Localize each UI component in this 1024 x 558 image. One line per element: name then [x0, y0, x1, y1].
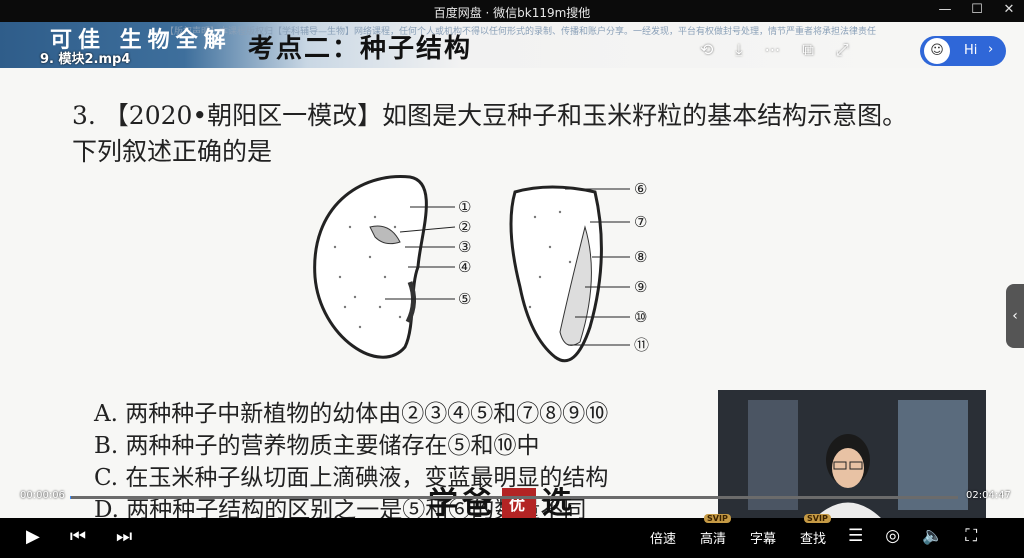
minimize-icon[interactable]: — [938, 2, 952, 17]
search-button[interactable]: SVIP 查找 [800, 514, 831, 547]
video-top-actions: ⟲ ⤓ ⋯ ⧉ ⤢ [700, 40, 849, 60]
chevron-left-icon: ‹ [1012, 308, 1018, 324]
label-9: ⑨ [634, 278, 647, 296]
maximize-icon[interactable]: ☐ [970, 2, 984, 17]
video-filename: 9. 模块2.mp4 [40, 52, 131, 67]
bookshelf-left [748, 400, 798, 510]
window-controls: — ☐ ✕ [938, 2, 1016, 17]
label-10: ⑩ [634, 308, 647, 326]
total-time: 02:04:47 [966, 490, 1011, 501]
share-icon[interactable]: ⟲ [700, 40, 713, 60]
label-7: ⑦ [634, 213, 647, 231]
seed-diagram: ① ② ③ ④ ⑤ ⑥ ⑦ ⑧ ⑨ ⑩ ⑪ [313, 175, 649, 363]
window-title: 百度网盘 · 微信bk119m搜他 [433, 6, 591, 20]
quality-button[interactable]: SVIP 高清 [700, 514, 731, 547]
download-icon[interactable]: ⤓ [735, 40, 742, 60]
teacher-figure [815, 434, 881, 518]
current-time: 00:00:06 [20, 490, 65, 501]
label-1: ① [458, 198, 471, 216]
fullscreen-icon[interactable]: ⛶ [965, 526, 977, 546]
settings-icon[interactable]: ◎ [885, 526, 900, 546]
watermark-seal: 优 [502, 488, 536, 518]
player-options: 倍速 SVIP 高清 字幕 SVIP 查找 [650, 514, 831, 547]
bookshelf-right [898, 400, 968, 510]
playback-buttons: ▶ ⏮ ⏭ [26, 526, 132, 547]
side-panel-toggle[interactable]: ‹ [1006, 284, 1024, 348]
slide-headline: 考点二：种子结构 [248, 34, 473, 64]
screenshot-icon[interactable]: ⧉ [802, 40, 813, 60]
previous-icon[interactable]: ⏮ [70, 526, 86, 547]
watermark-left: 学爸 [428, 486, 496, 518]
volume-icon[interactable]: 🔈 [922, 526, 943, 546]
playlist-icon[interactable]: ☰ [848, 526, 863, 546]
search-label: 查找 [800, 532, 827, 547]
label-3: ③ [458, 238, 471, 256]
speed-button[interactable]: 倍速 [650, 528, 676, 547]
progress-bar[interactable] [70, 496, 958, 499]
label-2: ② [458, 218, 471, 236]
watermark-right: 选 [542, 486, 576, 518]
label-11: ⑪ [634, 336, 649, 354]
option-a: A. 两种种子中新植物的幼体由②③④⑤和⑦⑧⑨⑩ [94, 401, 609, 427]
assistant-bubble[interactable]: ☺ Hi › [920, 36, 1006, 66]
label-8: ⑧ [634, 248, 647, 266]
label-6: ⑥ [634, 180, 647, 198]
svip-badge: SVIP [704, 514, 731, 523]
option-b: B. 两种种子的营养物质主要储存在⑤和⑩中 [94, 433, 540, 459]
pip-icon[interactable]: ⤢ [836, 40, 849, 60]
more-icon[interactable]: ⋯ [764, 40, 780, 60]
video-frame[interactable]: 【版权声明】本课程版权归【学科辅导—生物】网络课程，任何个人或机构不得以任何形式… [0, 22, 1024, 518]
label-4: ④ [458, 258, 471, 276]
play-icon[interactable]: ▶ [26, 526, 40, 547]
assistant-avatar-icon: ☺ [924, 38, 950, 64]
subtitle-button[interactable]: 字幕 [750, 528, 776, 547]
player-icons: ☰ ◎ 🔈 ⛶ [848, 526, 977, 546]
window-titlebar: 百度网盘 · 微信bk119m搜他 — ☐ ✕ [0, 0, 1024, 22]
close-icon[interactable]: ✕ [1002, 2, 1016, 17]
label-5: ⑤ [458, 290, 471, 308]
question-text: 3. 【2020•朝阳区一模改】如图是大豆种子和玉米籽粒的基本结构示意图。下列叙… [72, 101, 908, 166]
chevron-right-icon: › [988, 42, 994, 57]
progress-fill [70, 496, 71, 499]
svip-badge-2: SVIP [804, 514, 831, 523]
player-controls: 00:00:06 02:04:47 ▶ ⏮ ⏭ 倍速 SVIP 高清 字幕 SVI… [0, 490, 1024, 558]
quality-label: 高清 [700, 532, 727, 547]
next-icon[interactable]: ⏭ [116, 526, 132, 547]
assistant-greeting: Hi [964, 43, 978, 58]
